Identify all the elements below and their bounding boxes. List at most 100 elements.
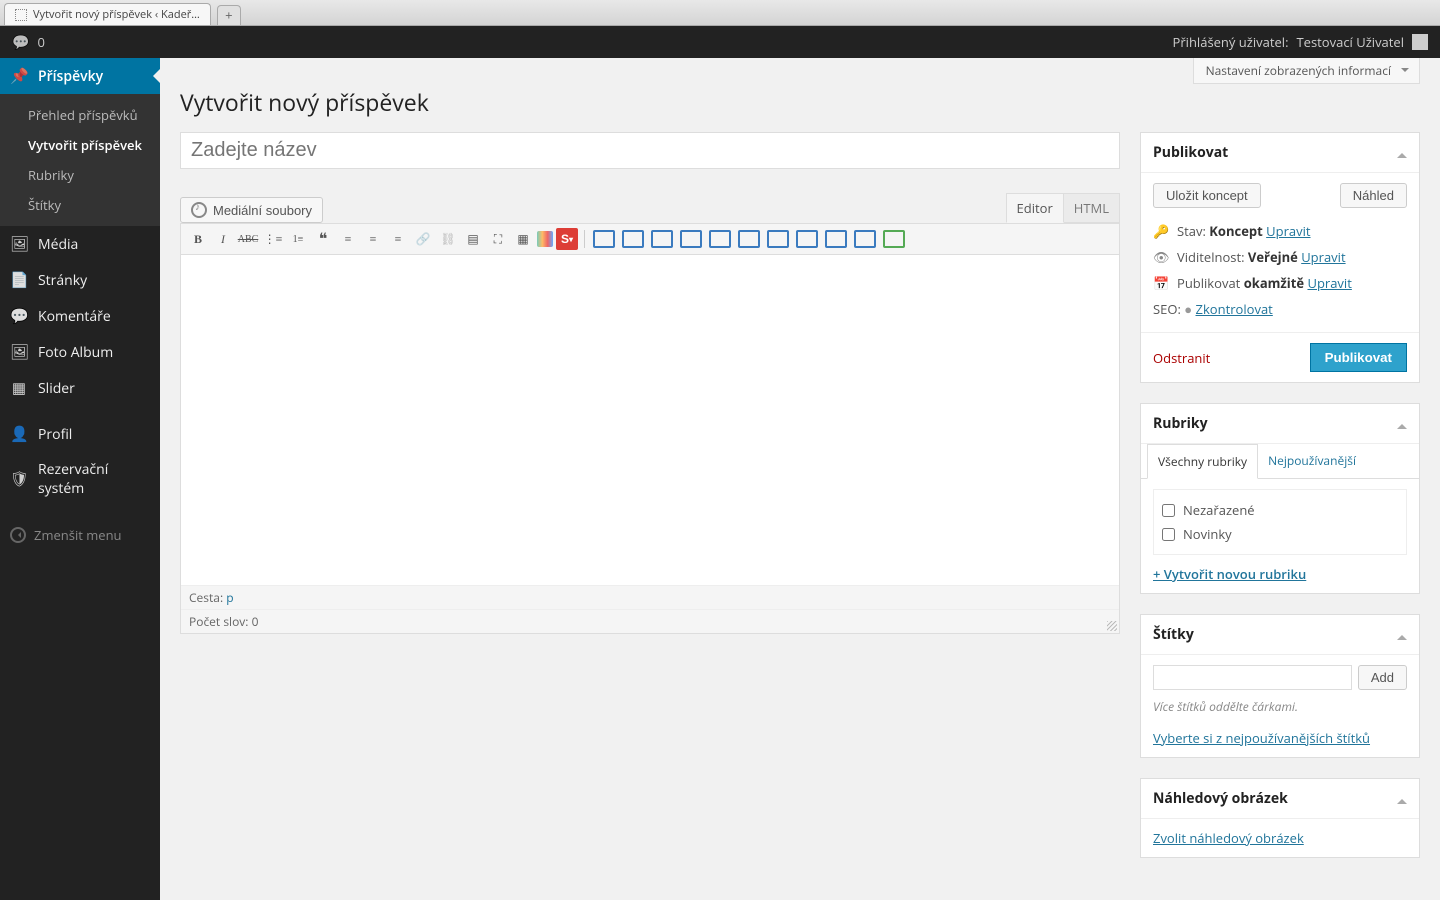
tab-text[interactable]: HTML (1064, 193, 1120, 223)
categories-tab-all[interactable]: Všechny rubriky (1147, 444, 1258, 479)
submenu-all-posts[interactable]: Přehled příspěvků (0, 100, 160, 130)
page-title: Vytvořit nový příspěvek (180, 86, 1420, 118)
browser-tab[interactable]: Vytvořit nový příspěvek ‹ Kadeř… (4, 3, 211, 25)
toggle-box-icon[interactable] (1397, 148, 1407, 158)
toggle-box-icon[interactable] (1397, 630, 1407, 640)
add-media-button[interactable]: Mediální soubory (180, 197, 323, 223)
shortcode-button[interactable]: S▾ (556, 228, 578, 250)
sidebar-label: Profil (38, 425, 72, 444)
sidebar-item-comments[interactable]: 💬Komentáře (0, 298, 160, 334)
edit-schedule-link[interactable]: Upravit (1307, 274, 1351, 292)
path-value[interactable]: p (226, 589, 233, 606)
page-icon: 📄 (10, 270, 28, 290)
numbered-list-button[interactable]: 1≡ (287, 228, 309, 250)
sidebar-item-pages[interactable]: 📄 Stránky (0, 262, 160, 298)
set-featured-image-link[interactable]: Zvolit náhledový obrázek (1153, 829, 1304, 847)
sidebar-label: Stránky (38, 271, 87, 290)
layout-8-button[interactable] (796, 230, 818, 248)
layout-7-button[interactable] (767, 230, 789, 248)
choose-popular-tags-link[interactable]: Vyberte si z nejpoužívanějších štítků (1153, 729, 1370, 747)
layout-6-button[interactable] (738, 230, 760, 248)
media-library-icon (191, 202, 207, 218)
new-tab-button[interactable]: + (217, 5, 241, 25)
category-checkbox[interactable] (1162, 504, 1175, 517)
category-checklist: Nezařazené Novinky (1153, 489, 1407, 555)
collapse-menu[interactable]: Zmenšit menu (0, 516, 160, 554)
layout-4-button[interactable] (680, 230, 702, 248)
align-right-button[interactable]: ≡ (387, 228, 409, 250)
toolbar-separator (584, 230, 585, 248)
add-tag-button[interactable]: Add (1358, 665, 1407, 690)
featured-image-box-title: Náhledový obrázek (1153, 789, 1288, 808)
layout-green-button[interactable] (883, 230, 905, 248)
user-display-name: Testovací Uživatel (1297, 33, 1405, 51)
account-menu[interactable]: Přihlášený uživatel: Testovací Uživatel (1173, 33, 1428, 51)
editor-path-bar: Cesta: p (181, 585, 1119, 609)
calendar-icon: 📅 (1153, 274, 1169, 292)
add-new-category-link[interactable]: + Vytvořit novou rubriku (1153, 565, 1306, 583)
preview-button[interactable]: Náhled (1340, 183, 1407, 208)
category-item[interactable]: Novinky (1162, 522, 1398, 546)
publish-box: Publikovat Uložit koncept Náhled 🔑 Stav:… (1140, 132, 1420, 383)
edit-visibility-link[interactable]: Upravit (1301, 248, 1345, 266)
layout-9-button[interactable] (825, 230, 847, 248)
move-to-trash-link[interactable]: Odstranit (1153, 349, 1210, 367)
comments-bubble-icon[interactable] (12, 33, 29, 52)
sidebar-label: Média (38, 235, 78, 254)
seo-dot-icon: ● (1184, 300, 1192, 318)
layout-1-button[interactable] (593, 230, 615, 248)
layout-5-button[interactable] (709, 230, 731, 248)
unlink-button[interactable]: ⛓ (437, 228, 459, 250)
publish-button[interactable]: Publikovat (1310, 343, 1407, 372)
toggle-box-icon[interactable] (1397, 794, 1407, 804)
media-icon: 🖼 (10, 234, 28, 254)
logged-in-label: Přihlášený uživatel: (1173, 33, 1289, 51)
post-title-input[interactable] (180, 132, 1120, 169)
sidebar-item-posts[interactable]: 📌 Příspěvky (0, 58, 160, 94)
blockquote-button[interactable]: ❝ (312, 228, 334, 250)
strikethrough-button[interactable]: ABC (237, 228, 259, 250)
layout-2-button[interactable] (622, 230, 644, 248)
submenu-new-post[interactable]: Vytvořit příspěvek (0, 130, 160, 160)
sidebar-item-media[interactable]: 🖼 Média (0, 226, 160, 262)
fullscreen-button[interactable]: ⛶ (487, 228, 509, 250)
tab-visual[interactable]: Editor (1006, 193, 1064, 223)
edit-status-link[interactable]: Upravit (1266, 222, 1310, 240)
italic-button[interactable]: I (212, 228, 234, 250)
save-draft-button[interactable]: Uložit koncept (1153, 183, 1261, 208)
category-item[interactable]: Nezařazené (1162, 498, 1398, 522)
editor-canvas[interactable] (181, 255, 1119, 585)
image-icon: 🖼 (10, 342, 28, 362)
align-left-button[interactable]: ≡ (337, 228, 359, 250)
posts-submenu: Přehled příspěvků Vytvořit příspěvek Rub… (0, 94, 160, 226)
collapse-arrow-icon (10, 527, 26, 543)
new-tag-input[interactable] (1153, 665, 1352, 690)
submenu-categories[interactable]: Rubriky (0, 160, 160, 190)
kitchen-sink-button[interactable]: ▦ (512, 228, 534, 250)
columns-button[interactable] (537, 231, 553, 247)
sidebar-item-profile[interactable]: 👤 Profil (0, 416, 160, 452)
browser-tab-strip: Vytvořit nový příspěvek ‹ Kadeř… + (0, 0, 1440, 26)
admin-sidebar: 📌 Příspěvky Přehled příspěvků Vytvořit p… (0, 58, 160, 900)
user-icon: 👤 (10, 424, 28, 444)
layout-3-button[interactable] (651, 230, 673, 248)
sidebar-item-photo-album[interactable]: 🖼 Foto Album (0, 334, 160, 370)
sidebar-label: Foto Album (38, 343, 113, 362)
link-button[interactable]: 🔗 (412, 228, 434, 250)
insert-more-button[interactable]: ▤ (462, 228, 484, 250)
sidebar-item-reservation[interactable]: 🛡Rezervační systém (0, 452, 160, 506)
bold-button[interactable]: B (187, 228, 209, 250)
category-checkbox[interactable] (1162, 528, 1175, 541)
align-center-button[interactable]: ≡ (362, 228, 384, 250)
categories-tab-popular[interactable]: Nejpoužívanější (1258, 444, 1366, 478)
main-content: Nastavení zobrazených informací Vytvořit… (160, 58, 1440, 900)
toggle-box-icon[interactable] (1397, 419, 1407, 429)
screen-options-toggle[interactable]: Nastavení zobrazených informací (1193, 58, 1420, 84)
key-icon: 🔑 (1153, 222, 1169, 240)
sidebar-item-slider[interactable]: ▦Slider (0, 370, 160, 406)
word-count-bar: Počet slov: 0 (181, 609, 1119, 633)
bullet-list-button[interactable]: ⋮≡ (262, 228, 284, 250)
submenu-tags[interactable]: Štítky (0, 190, 160, 220)
layout-10-button[interactable] (854, 230, 876, 248)
seo-check-link[interactable]: Zkontrolovat (1196, 300, 1273, 318)
